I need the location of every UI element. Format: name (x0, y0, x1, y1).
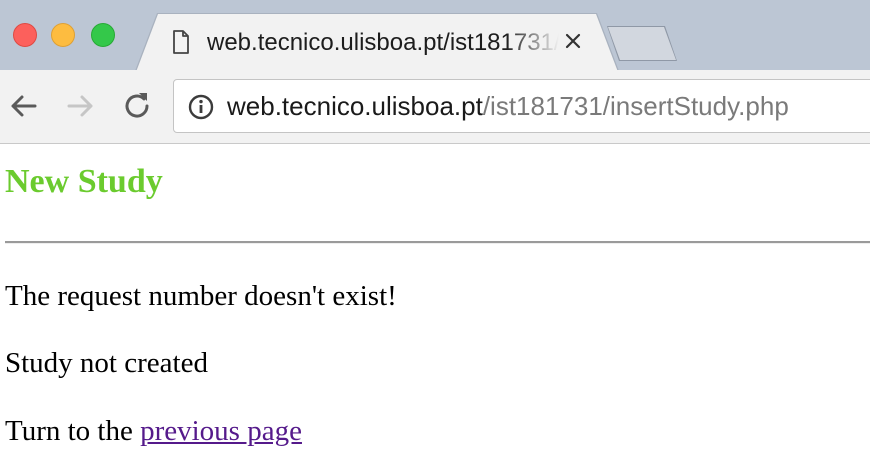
horizontal-rule (5, 241, 870, 244)
url-text[interactable]: web.tecnico.ulisboa.pt/ist181731/insertS… (227, 89, 789, 123)
address-bar[interactable]: web.tecnico.ulisboa.pt/ist181731/insertS… (173, 79, 870, 133)
close-icon[interactable] (562, 30, 584, 52)
return-prefix-text: Turn to the (5, 415, 141, 447)
browser-window: web.tecnico.ulisboa.pt/ist181731/insertS… (0, 0, 870, 466)
error-message: The request number doesn't exist! (5, 280, 397, 312)
tab-strip: web.tecnico.ulisboa.pt/ist181731/insertS… (0, 0, 870, 72)
reload-icon[interactable] (120, 89, 154, 123)
previous-page-link[interactable]: previous page (140, 415, 302, 447)
tab-title: web.tecnico.ulisboa.pt/ist181731/insertS… (207, 29, 559, 56)
forward-arrow-icon[interactable] (64, 89, 98, 123)
return-paragraph: Turn to the previous page (5, 414, 302, 448)
info-icon[interactable] (188, 94, 214, 120)
page-content: New Study The request number doesn't exi… (0, 144, 870, 466)
back-arrow-icon[interactable] (6, 89, 40, 123)
status-message: Study not created (5, 347, 208, 379)
url-host: web.tecnico.ulisboa.pt (227, 91, 483, 121)
new-tab-button[interactable] (608, 27, 676, 60)
page-title: New Study (5, 163, 163, 200)
window-maximize-button[interactable] (91, 23, 115, 47)
window-minimize-button[interactable] (51, 23, 75, 47)
url-path: /ist181731/insertStudy.php (482, 91, 789, 121)
window-close-button[interactable] (13, 23, 37, 47)
browser-toolbar: web.tecnico.ulisboa.pt/ist181731/insertS… (0, 70, 870, 144)
document-icon (173, 30, 189, 54)
